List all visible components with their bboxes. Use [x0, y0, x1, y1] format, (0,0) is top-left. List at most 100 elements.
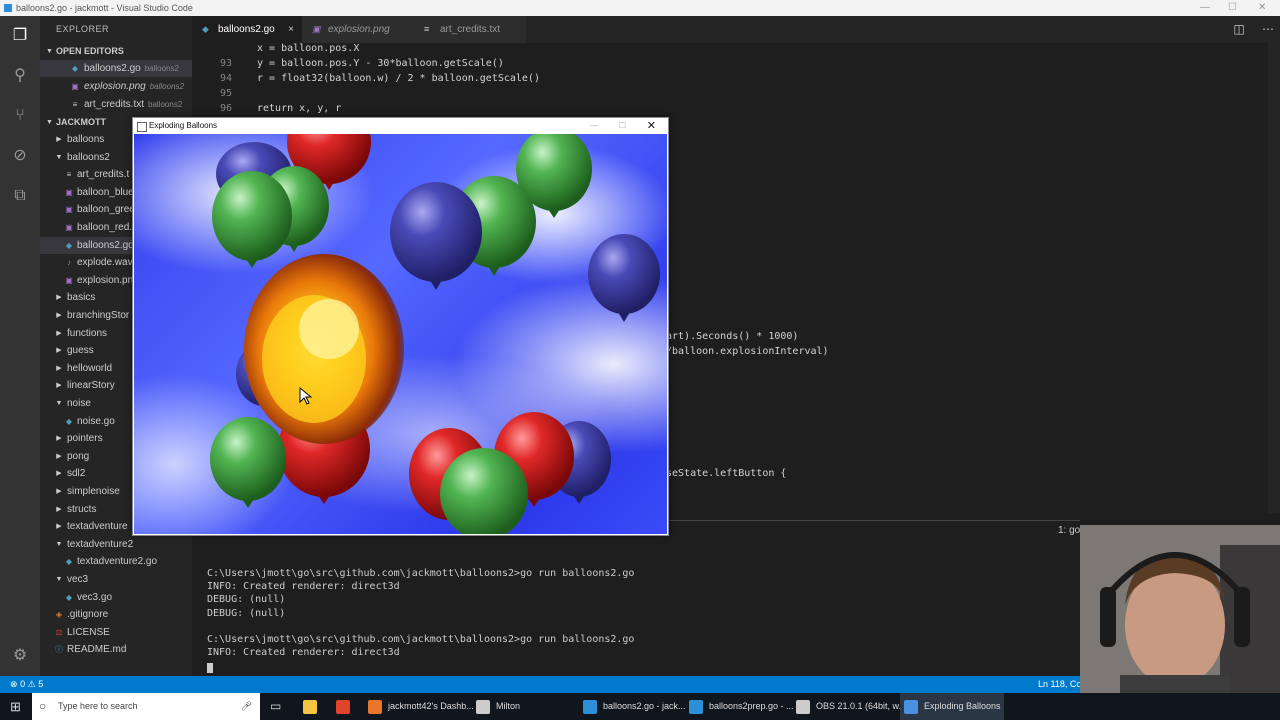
explosion [244, 254, 404, 444]
tree-file[interactable]: ⚖ LICENSE [40, 624, 192, 641]
open-editor-item[interactable]: ◆ balloons2.go balloons2 [40, 60, 192, 77]
line-number: 93 [219, 58, 232, 69]
tree-item-label: textadventure [67, 521, 128, 533]
tab-explosion-png[interactable]: ▣ explosion.png [302, 16, 414, 43]
tree-item-label: textadventure2.go [77, 556, 158, 568]
obs-icon [796, 699, 810, 714]
tree-item-label: LICENSE [67, 626, 110, 638]
editor-actions: ◫ ⋯ [1233, 16, 1274, 43]
tree-item-label: explosion.pn [77, 274, 134, 286]
open-editor-folder: balloons2 [144, 64, 179, 73]
tree-folder[interactable]: ▼ textadventure2 [40, 536, 192, 553]
extensions-icon[interactable]: ⧉ [10, 186, 30, 206]
tree-item-label: vec3 [67, 574, 89, 585]
maximize-icon[interactable]: ☐ [1228, 0, 1237, 16]
open-editor-folder: balloons2 [149, 82, 184, 91]
tree-file[interactable]: ⓘ README.md [40, 641, 192, 658]
editor-scrollbar[interactable] [1268, 43, 1280, 513]
balloon-green[interactable] [210, 417, 286, 508]
tab-balloons2-go[interactable]: ◆ balloons2.go × [192, 16, 302, 43]
tree-item-label: balloons2 [67, 151, 110, 163]
tree-file[interactable]: ◆ vec3.go [40, 589, 192, 606]
taskbar-search-box[interactable]: ○ Type here to search 🎤︎ [32, 693, 260, 720]
minimize-icon[interactable]: — [1200, 0, 1210, 16]
open-editor-label: art_credits.txt [84, 99, 145, 110]
chevron-right-icon: ▶ [56, 347, 62, 355]
terminal-selector[interactable]: 1: go [1058, 525, 1082, 539]
taskbar-item[interactable]: Exploding Balloons [900, 693, 1004, 720]
taskbar-item[interactable]: balloons2prep.go - ... [689, 693, 794, 720]
image-file-icon: ▣ [312, 24, 321, 34]
pinned-app-icon[interactable] [336, 693, 356, 720]
exploding-balloons-window[interactable]: Exploding Balloons — ☐ ✕ [132, 117, 669, 536]
line-number: 95 [219, 88, 232, 99]
close-icon[interactable]: ✕ [647, 118, 656, 134]
search-icon[interactable]: ⚲ [10, 66, 30, 86]
tree-file[interactable]: ◆ textadventure2.go [40, 553, 192, 570]
tab-art-credits-txt[interactable]: ≡ art_credits.txt [414, 16, 526, 43]
tree-file[interactable]: ◈ .gitignore [40, 606, 192, 623]
browser-icon [368, 699, 382, 714]
code-line: return x, y, r [257, 103, 342, 114]
task-view-icon[interactable]: ▭ [270, 693, 281, 720]
balloon-green[interactable] [212, 171, 292, 268]
cursor-position[interactable]: Ln 118, Co [1038, 676, 1081, 693]
maximize-icon[interactable]: ☐ [619, 118, 626, 134]
open-editor-item[interactable]: ▣ explosion.png balloons2 [40, 78, 192, 95]
tree-item-label: .gitignore [67, 609, 109, 621]
chevron-down-icon: ▼ [55, 153, 63, 161]
terminal-line: INFO: Created renderer: direct3d [207, 647, 400, 659]
audio-file-icon: ♪ [67, 258, 71, 268]
settings-gear-icon[interactable]: ⚙ [10, 646, 30, 666]
chevron-right-icon: ▶ [56, 452, 62, 460]
taskbar-item[interactable]: balloons2.go - jack... [583, 693, 686, 720]
problems-indicator[interactable]: ⊗ 0 ⚠ 5 [10, 676, 43, 693]
open-editors-section[interactable]: ▼ OPEN EDITORS [40, 43, 192, 60]
tree-item-label: branchingStor [67, 310, 130, 321]
search-icon: ○ [39, 699, 47, 713]
terminal-panel[interactable]: C:\Users\jmott\go\src\github.com\jackmot… [192, 520, 1080, 677]
window-title-bar: balloons2.go - jackmott - Visual Studio … [0, 0, 1280, 16]
taskbar-item[interactable]: Milton [476, 693, 576, 720]
taskbar-item-label: Milton [496, 701, 521, 711]
taskbar-item[interactable]: OBS 21.0.1 (64bit, w... [796, 693, 906, 720]
terminal-line: DEBUG: (null) [207, 594, 286, 606]
taskbar-item-label: Exploding Balloons [924, 701, 1001, 711]
minimize-icon[interactable]: — [590, 118, 598, 134]
game-canvas[interactable] [134, 134, 667, 534]
code-line: r = float32(balloon.w) / 2 * balloon.get… [257, 73, 540, 84]
microphone-icon[interactable]: 🎤︎ [241, 693, 252, 720]
image-file-icon: ▣ [65, 205, 73, 215]
open-editor-item[interactable]: ≡ art_credits.txt balloons2 [40, 96, 192, 113]
terminal-line: INFO: Created renderer: direct3d [207, 581, 400, 593]
text-file-icon: ≡ [72, 100, 78, 109]
more-actions-icon[interactable]: ⋯ [1262, 22, 1274, 36]
code-line: y = balloon.pos.Y - 30*balloon.getScale(… [257, 58, 504, 69]
chevron-right-icon: ▶ [56, 329, 62, 337]
explorer-icon[interactable]: ❐ [10, 26, 30, 46]
tree-folder[interactable]: ▼ vec3 [40, 571, 192, 588]
tree-item-label: art_credits.t [77, 169, 130, 181]
text-file-icon: ≡ [66, 170, 72, 180]
go-file-icon: ◆ [65, 557, 73, 567]
balloon-blue[interactable] [588, 234, 660, 322]
git-file-icon: ◈ [55, 610, 63, 620]
tree-item-label: pointers [67, 433, 103, 445]
tree-item-label: balloon_blue [77, 186, 134, 198]
source-control-icon[interactable]: ⑂ [10, 106, 30, 126]
tree-item-label: balloons [67, 134, 105, 145]
tree-item-label: explode.wav [77, 257, 133, 269]
debug-icon[interactable]: ⊘ [10, 146, 30, 166]
taskbar-item[interactable]: jackmott42's Dashb... [368, 693, 474, 720]
split-editor-icon[interactable]: ◫ [1233, 22, 1244, 36]
image-file-icon: ▣ [65, 187, 73, 197]
tree-item-label: noise [67, 398, 91, 409]
file-explorer-icon[interactable] [303, 693, 323, 720]
chevron-right-icon: ▶ [56, 470, 62, 478]
tab-close-icon[interactable]: × [288, 16, 294, 43]
chevron-down-icon: ▼ [46, 48, 53, 55]
balloon-scene[interactable] [134, 134, 667, 534]
close-icon[interactable]: ✕ [1258, 0, 1266, 16]
windows-start-icon[interactable]: ⊞ [10, 693, 21, 720]
balloon-blue[interactable] [390, 182, 482, 290]
